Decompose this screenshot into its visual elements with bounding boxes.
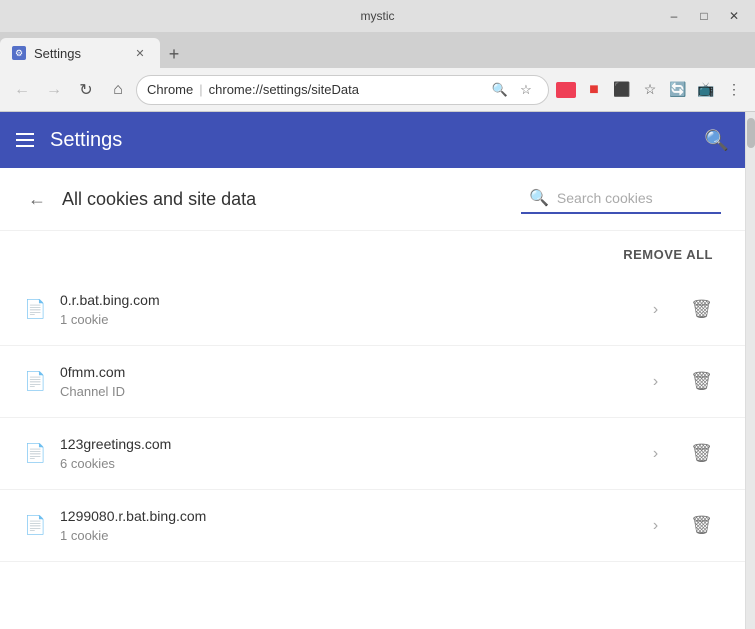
- cookie-info: 0fmm.com Channel ID: [60, 364, 633, 399]
- hamburger-line-2: [16, 139, 34, 141]
- cookie-list: 📄 0.r.bat.bing.com 1 cookie › 🗑 📄 0fmm.c…: [0, 274, 745, 562]
- cookie-expand-button[interactable]: ›: [645, 365, 666, 399]
- settings-header: Settings 🔍: [0, 112, 745, 168]
- forward-button[interactable]: →: [40, 76, 68, 104]
- cookie-name: 123greetings.com: [60, 436, 633, 452]
- cookie-detail: 1 cookie: [60, 528, 633, 543]
- cookie-item: 📄 123greetings.com 6 cookies › 🗑: [0, 418, 745, 490]
- browser-toolbar: ← → ↻ ⌂ Chrome | chrome://settings/siteD…: [0, 68, 755, 112]
- browser-content: Settings 🔍 ← All cookies and site data 🔍…: [0, 112, 755, 629]
- cookie-file-icon: 📄: [24, 299, 48, 320]
- url-display: chrome://settings/siteData: [209, 82, 482, 97]
- remove-all-button[interactable]: REMOVE ALL: [615, 243, 721, 266]
- cookie-delete-button[interactable]: 🗑: [682, 435, 721, 472]
- page-back-button[interactable]: ←: [24, 185, 50, 214]
- page-title: All cookies and site data: [62, 189, 509, 210]
- maximize-button[interactable]: □: [691, 6, 717, 26]
- close-button[interactable]: ✕: [721, 6, 747, 26]
- toolbar-red-icon[interactable]: ■: [581, 77, 607, 103]
- cookie-delete-button[interactable]: 🗑: [682, 507, 721, 544]
- omnibox-search-button[interactable]: 🔍: [488, 78, 512, 102]
- tab-title: Settings: [34, 46, 81, 61]
- cookie-item: 📄 0fmm.com Channel ID › 🗑: [0, 346, 745, 418]
- tab-close-button[interactable]: ✕: [132, 45, 148, 61]
- cookie-expand-button[interactable]: ›: [645, 509, 666, 543]
- search-cookies-input[interactable]: [557, 190, 707, 206]
- cookie-file-icon: 📄: [24, 515, 48, 536]
- scrollbar[interactable]: [745, 112, 755, 629]
- minimize-button[interactable]: –: [661, 6, 687, 26]
- cookie-info: 1299080.r.bat.bing.com 1 cookie: [60, 508, 633, 543]
- sync-button[interactable]: 🔄: [665, 77, 691, 103]
- hamburger-line-1: [16, 133, 34, 135]
- secure-label: Chrome: [147, 82, 193, 97]
- search-cookies-container: 🔍: [521, 184, 721, 214]
- omnibox-divider: |: [199, 82, 202, 97]
- tab-bar: ⚙ Settings ✕ +: [0, 32, 755, 68]
- pocket-button[interactable]: [553, 77, 579, 103]
- address-bar[interactable]: Chrome | chrome://settings/siteData 🔍 ☆: [136, 75, 549, 105]
- omnibox-actions: 🔍 ☆: [488, 78, 538, 102]
- cookie-detail: Channel ID: [60, 384, 633, 399]
- cookie-delete-button[interactable]: 🗑: [682, 291, 721, 328]
- tab-favicon: ⚙: [12, 46, 26, 60]
- settings-header-title: Settings: [50, 129, 688, 152]
- cookie-expand-button[interactable]: ›: [645, 293, 666, 327]
- cookie-delete-button[interactable]: 🗑: [682, 363, 721, 400]
- cookie-item: 📄 1299080.r.bat.bing.com 1 cookie › 🗑: [0, 490, 745, 562]
- title-bar: mystic – □ ✕: [0, 0, 755, 32]
- cookie-detail: 1 cookie: [60, 312, 633, 327]
- username-label: mystic: [361, 9, 395, 23]
- hamburger-line-3: [16, 145, 34, 147]
- home-button[interactable]: ⌂: [104, 76, 132, 104]
- new-tab-button[interactable]: +: [160, 40, 188, 68]
- more-tools-button[interactable]: ⋮: [721, 77, 747, 103]
- search-cookies-icon: 🔍: [529, 188, 549, 208]
- cookie-file-icon: 📄: [24, 371, 48, 392]
- cookie-name: 0fmm.com: [60, 364, 633, 380]
- bookmark-button[interactable]: ☆: [514, 78, 538, 102]
- pocket-icon: [556, 82, 576, 98]
- cookie-item: 📄 0.r.bat.bing.com 1 cookie › 🗑: [0, 274, 745, 346]
- settings-search-icon[interactable]: 🔍: [704, 128, 729, 153]
- bookmark-star-button[interactable]: ☆: [637, 77, 663, 103]
- main-content: ← All cookies and site data 🔍 REMOVE ALL…: [0, 168, 745, 629]
- toolbar-extensions-button[interactable]: ⬛: [609, 77, 635, 103]
- cookie-expand-button[interactable]: ›: [645, 437, 666, 471]
- scrollbar-thumb[interactable]: [747, 118, 755, 148]
- cookie-detail: 6 cookies: [60, 456, 633, 471]
- page-header: ← All cookies and site data 🔍: [0, 168, 745, 231]
- cookie-info: 123greetings.com 6 cookies: [60, 436, 633, 471]
- settings-area: Settings 🔍 ← All cookies and site data 🔍…: [0, 112, 745, 629]
- back-button[interactable]: ←: [8, 76, 36, 104]
- cookie-info: 0.r.bat.bing.com 1 cookie: [60, 292, 633, 327]
- toolbar-right-icons: ■ ⬛ ☆ 🔄 📺 ⋮: [553, 77, 747, 103]
- settings-tab[interactable]: ⚙ Settings ✕: [0, 38, 160, 68]
- url-path: siteData: [311, 82, 359, 97]
- cookie-name: 0.r.bat.bing.com: [60, 292, 633, 308]
- title-bar-controls: – □ ✕: [661, 6, 747, 26]
- cookie-name: 1299080.r.bat.bing.com: [60, 508, 633, 524]
- cast-button[interactable]: 📺: [693, 77, 719, 103]
- remove-all-row: REMOVE ALL: [0, 231, 745, 274]
- cookie-file-icon: 📄: [24, 443, 48, 464]
- url-chrome: chrome://settings/: [209, 82, 312, 97]
- reload-button[interactable]: ↻: [72, 76, 100, 104]
- hamburger-menu-button[interactable]: [16, 133, 34, 147]
